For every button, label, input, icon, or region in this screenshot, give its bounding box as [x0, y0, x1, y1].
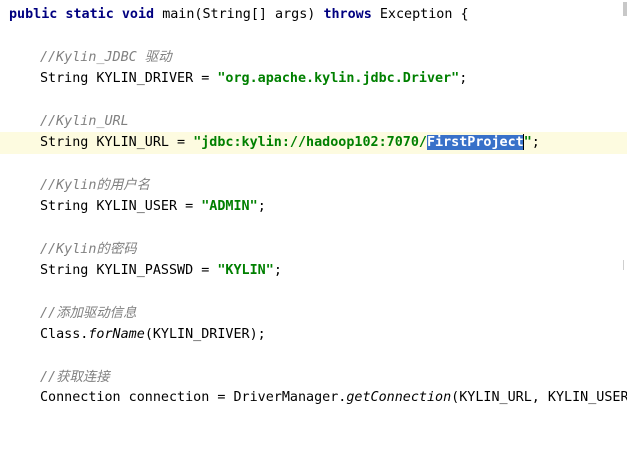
code-line-driver: String KYLIN_DRIVER = "org.apache.kylin.… — [0, 68, 627, 90]
code-token: ; — [459, 71, 468, 86]
forname-call[interactable]: Class.forName(KYLIN_DRIVER); — [40, 324, 266, 346]
comment-load-driver[interactable]: //添加驱动信息 — [40, 303, 136, 325]
code-token: //Kylin的密码 — [40, 242, 137, 257]
code-token: //获取连接 — [40, 370, 110, 385]
scrollbar-track[interactable] — [623, 260, 624, 270]
code-token: main(String[] args) — [162, 7, 324, 22]
code-token: forName — [88, 327, 145, 342]
password-declaration[interactable]: String KYLIN_PASSWD = "KYLIN"; — [40, 260, 282, 282]
code-token: public static void — [9, 7, 163, 22]
code-token: //Kylin的用户名 — [40, 178, 150, 193]
code-line-comment-load-driver: //添加驱动信息 — [0, 303, 627, 325]
code-line-comment-url: //Kylin_URL — [0, 111, 627, 133]
code-token: String KYLIN_USER = — [40, 199, 202, 214]
code-token: Exception { — [379, 7, 469, 22]
code-token: String KYLIN_DRIVER = — [40, 71, 218, 86]
comment-password[interactable]: //Kylin的密码 — [40, 239, 137, 261]
method-signature[interactable]: public static void main(String[] args) t… — [9, 4, 469, 26]
code-token: (KYLIN_DRIVER); — [144, 327, 266, 342]
code-token: String KYLIN_URL = — [40, 135, 194, 150]
code-line-forname: Class.forName(KYLIN_DRIVER); — [0, 324, 627, 346]
code-token: ; — [273, 263, 282, 278]
url-declaration[interactable]: String KYLIN_URL = "jdbc:kylin://hadoop1… — [40, 132, 540, 154]
code-line-comment-password: //Kylin的密码 — [0, 239, 627, 261]
comment-driver[interactable]: //Kylin_JDBC 驱动 — [40, 47, 172, 69]
selected-text: FirstProject — [426, 135, 524, 150]
code-token: "jdbc:kylin://hadoop102:7070/ — [193, 135, 427, 150]
code-line-user: String KYLIN_USER = "ADMIN"; — [0, 196, 627, 218]
code-token: //Kylin_URL — [40, 114, 129, 129]
scroll-marker — [623, 2, 627, 16]
code-token: //Kylin_JDBC 驱动 — [40, 50, 172, 65]
code-token: ; — [257, 199, 266, 214]
code-token: ; — [531, 135, 540, 150]
code-token: //添加驱动信息 — [40, 306, 137, 321]
code-token: Class. — [40, 327, 89, 342]
comment-url[interactable]: //Kylin_URL — [40, 111, 129, 133]
code-line-comment-driver: //Kylin_JDBC 驱动 — [0, 47, 627, 69]
code-token: "KYLIN" — [217, 263, 274, 278]
code-token: Connection connection = DriverManager. — [40, 390, 347, 405]
driver-declaration[interactable]: String KYLIN_DRIVER = "org.apache.kylin.… — [40, 68, 467, 90]
code-line-password: String KYLIN_PASSWD = "KYLIN"; — [0, 260, 627, 282]
code-token: "ADMIN" — [201, 199, 258, 214]
code-token: (KYLIN_URL, KYLIN_USER, — [451, 390, 627, 405]
code-line-comment-connection: //获取连接 — [0, 367, 627, 389]
code-token: " — [523, 135, 532, 150]
code-line-comment-user: //Kylin的用户名 — [0, 175, 627, 197]
user-declaration[interactable]: String KYLIN_USER = "ADMIN"; — [40, 196, 266, 218]
comment-connection[interactable]: //获取连接 — [40, 367, 110, 389]
code-token: "org.apache.kylin.jdbc.Driver" — [217, 71, 460, 86]
code-line-signature: public static void main(String[] args) t… — [0, 4, 627, 26]
code-token: getConnection — [346, 390, 452, 405]
code-token: String KYLIN_PASSWD = — [40, 263, 218, 278]
code-editor[interactable]: public static void main(String[] args) t… — [0, 0, 627, 406]
code-line-url-current: String KYLIN_URL = "jdbc:kylin://hadoop1… — [0, 132, 627, 154]
code-token: throws — [323, 7, 380, 22]
comment-user[interactable]: //Kylin的用户名 — [40, 175, 150, 197]
